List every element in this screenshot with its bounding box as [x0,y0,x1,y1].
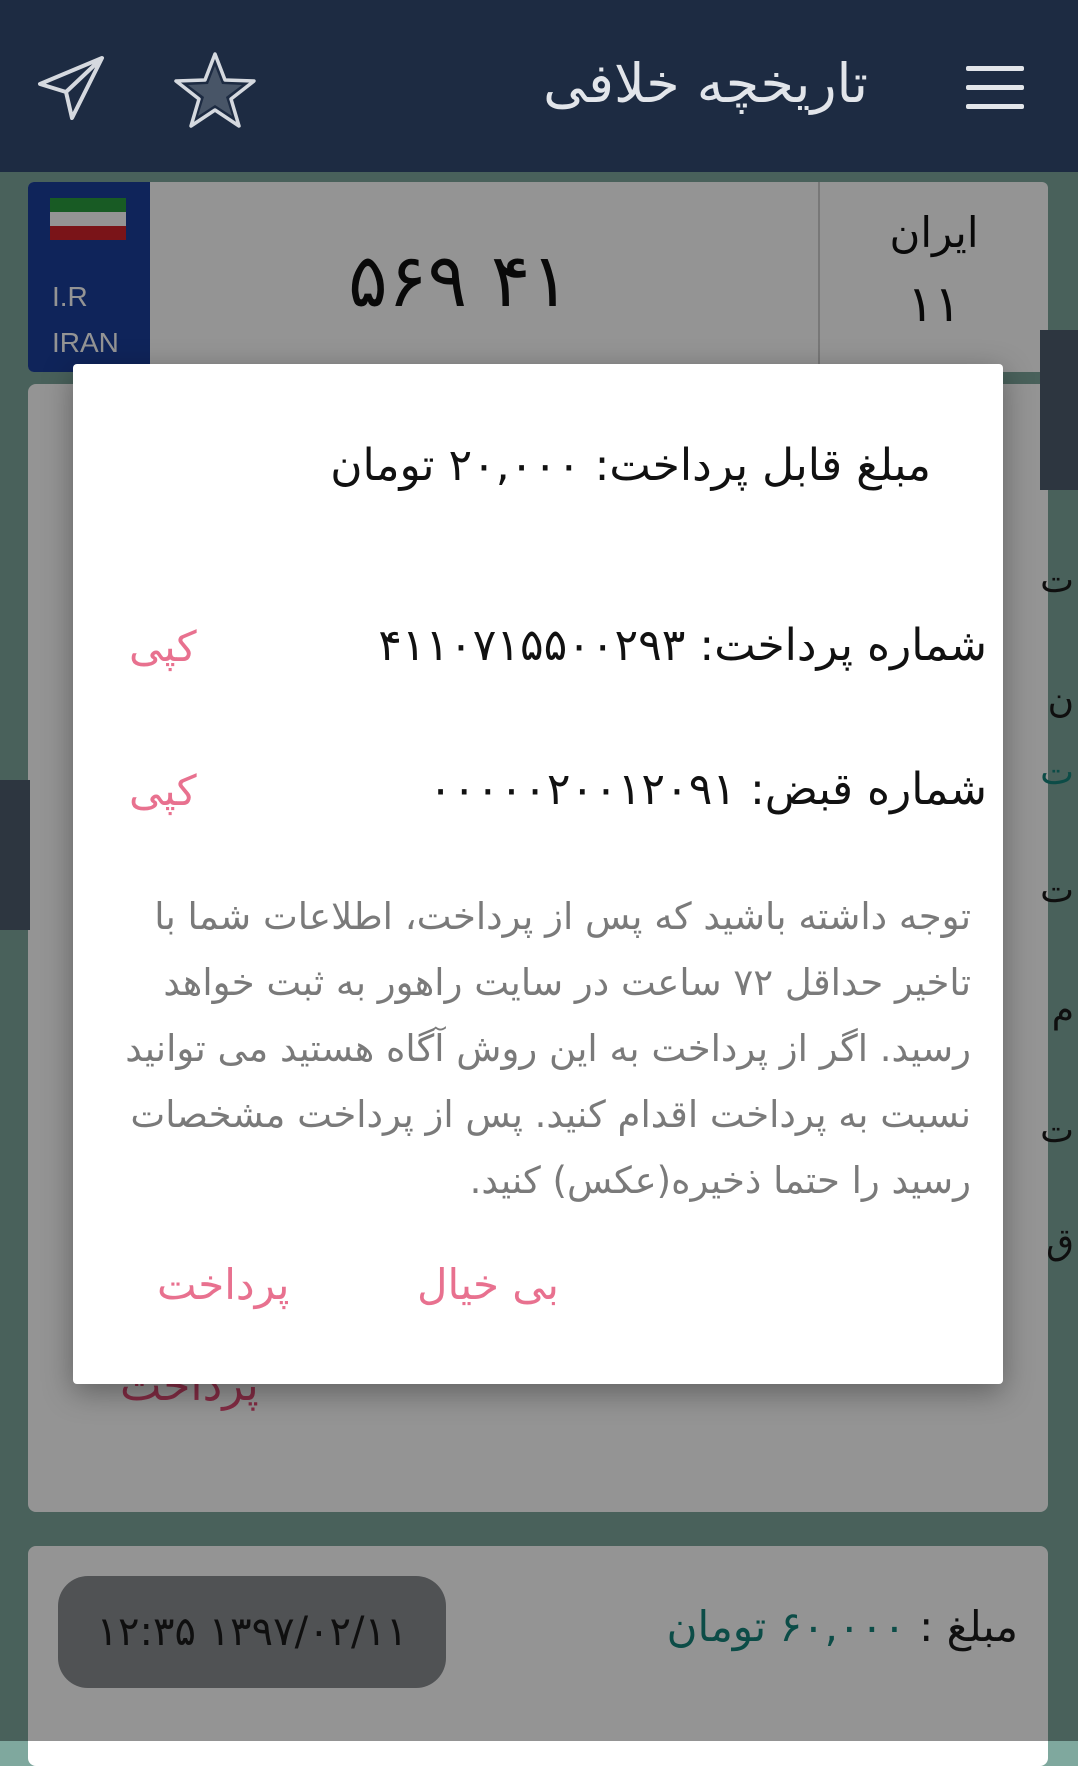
hamburger-icon[interactable] [966,66,1024,109]
background-stripe [0,780,30,930]
bill-id-row: شماره قبض: ۰۰۰۰۰۲۰۰۱۲۰۹۱ کپی [73,764,1003,834]
payment-dialog: مبلغ قابل پرداخت: ۲۰,۰۰۰ تومان شماره پرد… [73,364,1003,1384]
bill-id: شماره قبض: ۰۰۰۰۰۲۰۰۱۲۰۹۱ [428,764,987,815]
payment-id: شماره پرداخت: ۴۱۱۰۷۱۵۵۰۰۲۹۳ [378,620,987,671]
copy-payment-id-button[interactable]: کپی [129,622,197,671]
payment-notice: توجه داشته باشید که پس از پرداخت، اطلاعا… [125,895,971,1202]
cancel-button[interactable]: بی خیال [417,1260,559,1309]
star-icon[interactable] [172,50,258,130]
payable-amount: مبلغ قابل پرداخت: ۲۰,۰۰۰ تومان [330,440,931,491]
send-icon[interactable] [36,52,108,124]
pay-button[interactable]: پرداخت [157,1260,289,1309]
app-header: تاریخچه خلافی [0,0,1078,172]
payment-id-row: شماره پرداخت: ۴۱۱۰۷۱۵۵۰۰۲۹۳ کپی [73,620,1003,690]
copy-bill-id-button[interactable]: کپی [129,766,197,815]
background-stripe [1040,330,1078,490]
page-title: تاریخچه خلافی [543,52,868,115]
